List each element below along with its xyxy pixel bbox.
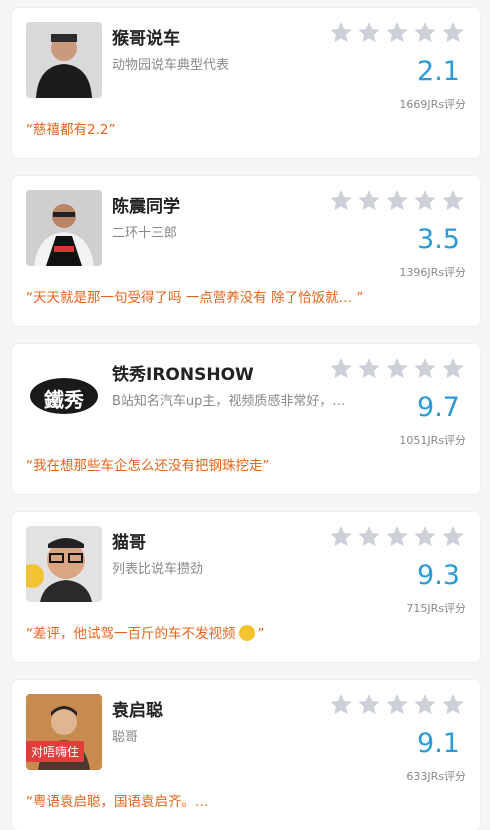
comment-text: “差评，他试驾一百斤的车不发视频	[26, 626, 236, 642]
top-comment: “天天就是那一句受得了吗 一点营养没有 除了恰饭就… ”	[26, 290, 364, 306]
reviewer-description: 列表比说车攒劲	[112, 562, 204, 577]
star-icon[interactable]	[356, 188, 382, 214]
rating-count: 633JRs评分	[406, 770, 466, 783]
avatar: 对唔嗨住	[26, 694, 102, 770]
reviewer-description: 二环十三郎	[112, 226, 178, 241]
rating-count: 1396JRs评分	[399, 266, 466, 279]
rating-count: 1669JRs评分	[399, 98, 466, 111]
rating-score: 3.5	[417, 224, 460, 255]
star-icon[interactable]	[328, 356, 354, 382]
avatar	[26, 526, 102, 602]
star-icon[interactable]	[384, 356, 410, 382]
star-icon[interactable]	[412, 692, 438, 718]
reviewer-card[interactable]: 鐵秀 铁秀IRONSHOW B站知名汽车up主，视频质感非常好，… 9.7 10…	[12, 344, 480, 494]
star-icon[interactable]	[356, 356, 382, 382]
top-comment: “差评，他试驾一百斤的车不发视频 ”	[26, 622, 466, 642]
reviewer-description: B站知名汽车up主，视频质感非常好，…	[112, 394, 346, 409]
top-comment: “我在想那些车企怎么还没有把钢珠挖走”	[26, 458, 270, 474]
avatar	[26, 190, 102, 266]
rating-stars[interactable]	[328, 692, 466, 718]
rating-count: 715JRs评分	[406, 602, 466, 615]
logo-text: 鐵秀	[44, 388, 84, 412]
reviewer-description: 聪哥	[112, 730, 139, 745]
rating-stars[interactable]	[328, 524, 466, 550]
emoji-icon	[238, 625, 255, 641]
star-icon[interactable]	[412, 524, 438, 550]
reviewer-card[interactable]: 陈震同学 二环十三郎 3.5 1396JRs评分 “天天就是那一句受得了吗 一点…	[12, 176, 480, 326]
reviewer-card[interactable]: 对唔嗨住 袁启聪 聪哥 9.1 633JRs评分 “粤语袁启聪，国语袁启齐。…	[12, 680, 480, 830]
star-icon[interactable]	[384, 524, 410, 550]
star-icon[interactable]	[384, 20, 410, 46]
avatar-logo: 鐵秀	[26, 358, 102, 434]
reviewer-name: 猫哥	[112, 533, 146, 553]
top-comment: “粤语袁启聪，国语袁启齐。…	[26, 794, 209, 810]
star-icon[interactable]	[412, 356, 438, 382]
top-comment: “慈禧都有2.2”	[26, 122, 116, 138]
reviewer-name: 猴哥说车	[112, 29, 180, 49]
comment-close-quote: ”	[257, 626, 265, 642]
star-icon[interactable]	[356, 692, 382, 718]
star-icon[interactable]	[384, 188, 410, 214]
star-icon[interactable]	[328, 692, 354, 718]
rating-score: 9.7	[417, 392, 460, 423]
rating-stars[interactable]	[328, 20, 466, 46]
reviewer-name: 陈震同学	[112, 197, 180, 217]
star-icon[interactable]	[384, 692, 410, 718]
star-icon[interactable]	[440, 356, 466, 382]
reviewer-name: 袁启聪	[112, 701, 163, 721]
avatar-tag: 对唔嗨住	[26, 741, 85, 762]
star-icon[interactable]	[440, 692, 466, 718]
star-icon[interactable]	[440, 20, 466, 46]
star-icon[interactable]	[412, 20, 438, 46]
rating-score: 9.1	[417, 728, 460, 759]
star-icon[interactable]	[356, 20, 382, 46]
star-icon[interactable]	[440, 524, 466, 550]
reviewer-description: 动物园说车典型代表	[112, 58, 230, 73]
reviewer-name: 铁秀IRONSHOW	[112, 365, 254, 385]
avatar	[26, 22, 102, 98]
rating-count: 1051JRs评分	[399, 434, 466, 447]
rating-score: 9.3	[417, 560, 460, 591]
star-icon[interactable]	[412, 188, 438, 214]
rating-stars[interactable]	[328, 356, 466, 382]
star-icon[interactable]	[328, 524, 354, 550]
rating-score: 2.1	[417, 56, 460, 87]
reviewer-card[interactable]: 猴哥说车 动物园说车典型代表 2.1 1669JRs评分 “慈禧都有2.2”	[12, 8, 480, 158]
reviewer-card[interactable]: 猫哥 列表比说车攒劲 9.3 715JRs评分 “差评，他试驾一百斤的车不发视频…	[12, 512, 480, 662]
star-icon[interactable]	[440, 188, 466, 214]
star-icon[interactable]	[356, 524, 382, 550]
star-icon[interactable]	[328, 188, 354, 214]
star-icon[interactable]	[328, 20, 354, 46]
rating-stars[interactable]	[328, 188, 466, 214]
